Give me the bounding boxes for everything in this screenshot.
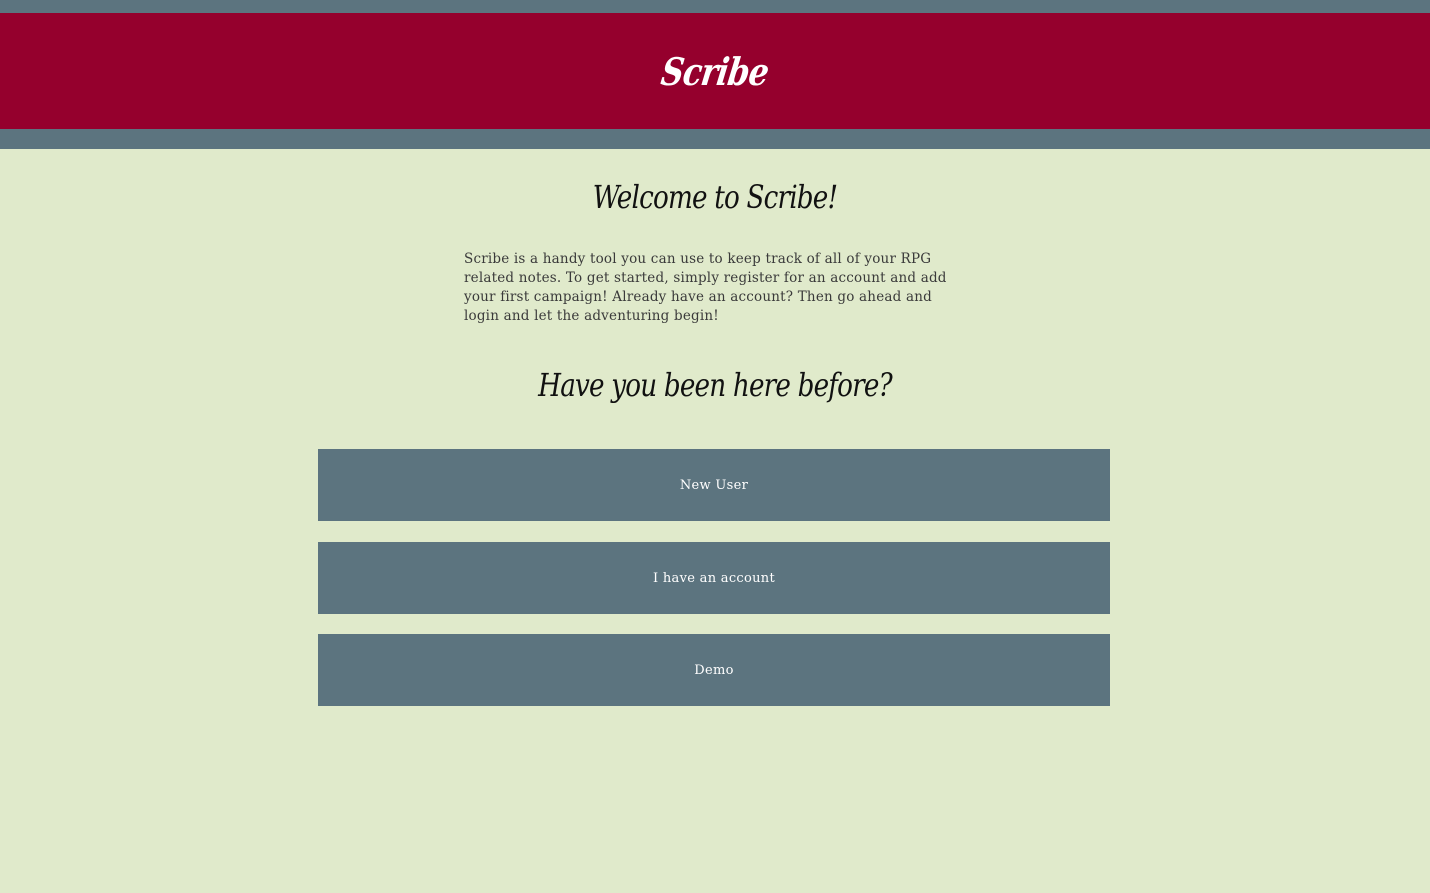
returning-question: Have you been here before? — [538, 366, 892, 404]
login-button[interactable]: I have an account — [318, 542, 1110, 614]
top-accent-strip — [0, 0, 1430, 13]
new-user-button[interactable]: New User — [318, 449, 1110, 521]
app-header: Scribe — [0, 13, 1430, 129]
brand-logo[interactable]: Scribe — [659, 49, 772, 94]
welcome-title: Welcome to Scribe! — [592, 178, 838, 216]
demo-button[interactable]: Demo — [318, 634, 1110, 706]
intro-text: Scribe is a handy tool you can use to ke… — [464, 251, 947, 324]
header-bottom-strip — [0, 129, 1430, 149]
